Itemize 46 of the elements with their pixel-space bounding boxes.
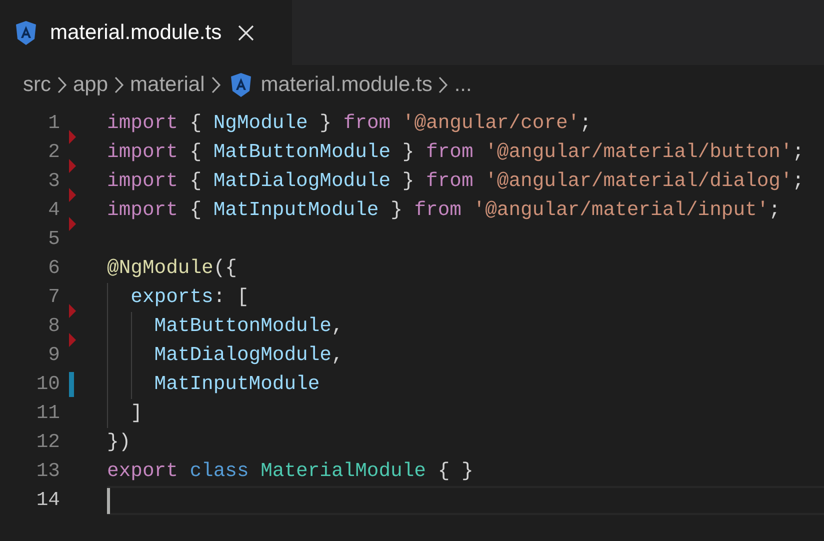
deleted-lines-marker-icon[interactable]	[69, 159, 76, 173]
breadcrumb-item[interactable]: src	[23, 69, 51, 101]
chevron-right-icon	[210, 76, 221, 94]
line-number: 5	[47, 226, 60, 252]
line-number: 12	[35, 430, 60, 455]
line-number: 11	[35, 400, 60, 426]
code-line: export class MaterialModule { }	[107, 458, 474, 484]
line-number: 1	[47, 110, 60, 136]
line-number: 2	[47, 140, 60, 165]
code-line: exports: [	[130, 284, 249, 310]
breadcrumb-item[interactable]: ...	[454, 69, 472, 101]
line-number: 9	[47, 342, 60, 368]
deleted-lines-marker-icon[interactable]	[69, 188, 76, 202]
code-line: MatButtonModule,	[154, 314, 344, 339]
chevron-right-icon	[438, 76, 448, 94]
chevron-right-icon	[57, 76, 67, 94]
code-line: import { MatDialogModule } from '@angular/material/dialog';	[107, 168, 804, 194]
breadcrumb-item[interactable]: material.module.ts	[260, 69, 432, 101]
line-number: 7	[47, 284, 60, 310]
code-line: import { NgModule } from '@angular/core';	[107, 110, 592, 136]
text-cursor	[107, 488, 110, 514]
angular-shield-icon	[230, 73, 251, 97]
line-number: 10	[35, 372, 60, 397]
line-number: 6	[47, 256, 60, 281]
close-icon[interactable]	[238, 24, 254, 40]
deleted-lines-marker-icon[interactable]	[69, 304, 76, 318]
line-number: 3	[47, 168, 60, 194]
line-number: 8	[47, 314, 60, 339]
angular-shield-icon	[16, 20, 36, 44]
deleted-lines-marker-icon[interactable]	[69, 130, 76, 144]
line-number: 14	[35, 488, 60, 513]
code-line: import { MatButtonModule } from '@angular/material/button';	[107, 140, 804, 165]
code-line: MatDialogModule,	[154, 342, 344, 368]
code-line: })	[107, 430, 131, 455]
breadcrumb-item[interactable]: material	[130, 69, 205, 101]
deleted-lines-marker-icon[interactable]	[69, 333, 76, 347]
breadcrumb-item[interactable]: app	[73, 69, 108, 101]
deleted-lines-marker-icon[interactable]	[69, 217, 76, 231]
chevron-right-icon	[114, 76, 124, 94]
line-number: 4	[47, 198, 60, 223]
code-line: @NgModule({	[107, 256, 237, 281]
code-line: ]	[130, 400, 142, 426]
line-number: 13	[35, 458, 60, 484]
code-line: MatInputModule	[154, 372, 320, 397]
editor-tab[interactable]: material.module.ts	[0, 0, 292, 65]
code-line: import { MatInputModule } from '@angular/material/input';	[107, 198, 780, 223]
